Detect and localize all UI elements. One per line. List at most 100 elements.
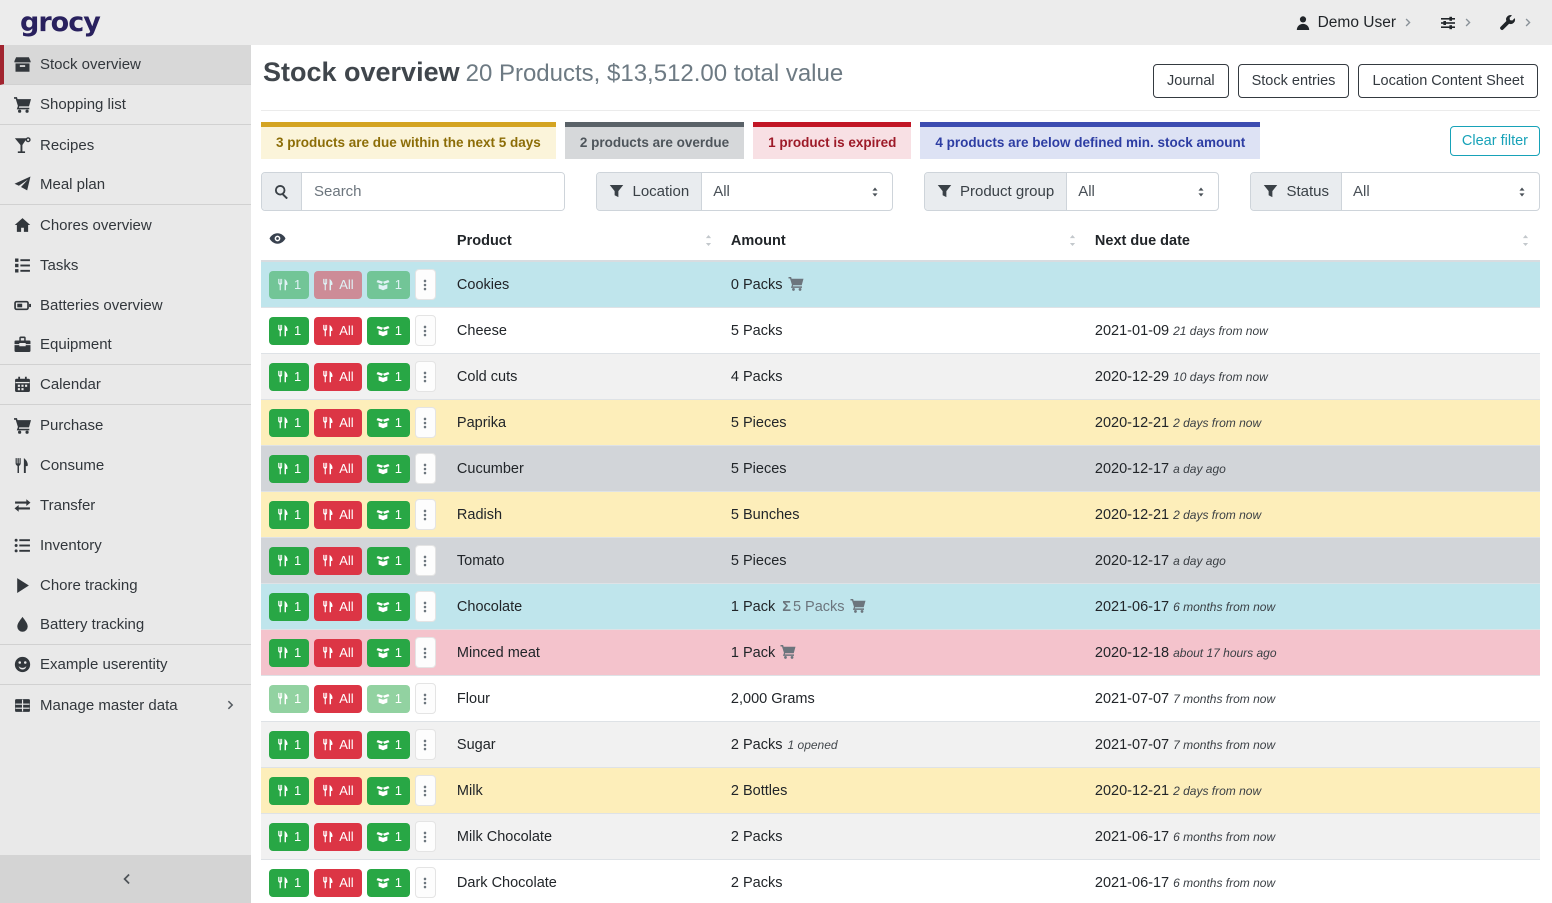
- sidebar-item-purchase[interactable]: Purchase: [0, 405, 251, 445]
- row-menu-button[interactable]: [415, 545, 436, 576]
- row-menu-button[interactable]: [415, 775, 436, 806]
- search-input[interactable]: [302, 173, 564, 210]
- sidebar-item-shopping-list[interactable]: Shopping list: [0, 85, 251, 125]
- eye-icon[interactable]: [269, 230, 286, 247]
- row-menu-button[interactable]: [415, 361, 436, 392]
- open-one-button[interactable]: 1: [367, 363, 410, 391]
- sidebar-item-inventory[interactable]: Inventory: [0, 525, 251, 565]
- location-select[interactable]: All: [702, 173, 892, 210]
- open-one-button[interactable]: 1: [367, 823, 410, 851]
- consume-one-button[interactable]: 1: [269, 731, 309, 759]
- consume-all-button[interactable]: All: [314, 639, 361, 667]
- due-date: 2020-12-21: [1095, 415, 1169, 431]
- sidebar-item-calendar[interactable]: Calendar: [0, 365, 251, 405]
- consume-one-button[interactable]: 1: [269, 777, 309, 805]
- row-menu-button[interactable]: [415, 867, 436, 898]
- consume-one-button[interactable]: 1: [269, 363, 309, 391]
- consume-all-button[interactable]: All: [314, 593, 361, 621]
- open-one-button[interactable]: 1: [367, 317, 410, 345]
- sidebar-collapse-button[interactable]: [0, 855, 251, 903]
- sidebar-item-label: Batteries overview: [40, 297, 163, 314]
- sidebar-item-battery-tracking[interactable]: Battery tracking: [0, 605, 251, 645]
- sidebar-item-manage-master-data[interactable]: Manage master data: [0, 685, 251, 725]
- consume-one-button[interactable]: 1: [269, 271, 309, 299]
- consume-all-button[interactable]: All: [314, 823, 361, 851]
- sidebar-item-stock-overview[interactable]: Stock overview: [0, 45, 251, 85]
- open-one-button[interactable]: 1: [367, 685, 410, 713]
- open-one-button[interactable]: 1: [367, 593, 410, 621]
- consume-one-button[interactable]: 1: [269, 823, 309, 851]
- below-min-stock-chip[interactable]: 4 products are below defined min. stock …: [920, 122, 1260, 159]
- user-menu[interactable]: Demo User: [1295, 14, 1414, 32]
- consume-all-button[interactable]: All: [314, 777, 361, 805]
- consume-all-button[interactable]: All: [314, 501, 361, 529]
- sidebar-item-consume[interactable]: Consume: [0, 445, 251, 485]
- consume-one-button[interactable]: 1: [269, 501, 309, 529]
- row-menu-button[interactable]: [415, 453, 436, 484]
- row-menu-button[interactable]: [415, 729, 436, 760]
- sidebar-item-chore-tracking[interactable]: Chore tracking: [0, 565, 251, 605]
- clear-filter-button[interactable]: Clear filter: [1450, 126, 1540, 156]
- consume-all-button[interactable]: All: [314, 271, 361, 299]
- consume-one-button[interactable]: 1: [269, 409, 309, 437]
- consume-one-button[interactable]: 1: [269, 685, 309, 713]
- due-soon-chip[interactable]: 3 products are due within the next 5 day…: [261, 122, 556, 159]
- consume-one-button[interactable]: 1: [269, 639, 309, 667]
- sort-icon[interactable]: [1066, 234, 1079, 247]
- row-menu-button[interactable]: [415, 407, 436, 438]
- consume-one-button[interactable]: 1: [269, 547, 309, 575]
- consume-all-button[interactable]: All: [314, 869, 361, 897]
- open-one-button[interactable]: 1: [367, 501, 410, 529]
- row-menu-button[interactable]: [415, 315, 436, 346]
- product-group-select[interactable]: All: [1067, 173, 1218, 210]
- open-one-button[interactable]: 1: [367, 731, 410, 759]
- amount-column-header[interactable]: Amount: [723, 224, 1087, 261]
- product-column-header[interactable]: Product: [449, 224, 723, 261]
- due-date-column-header[interactable]: Next due date: [1087, 224, 1540, 261]
- row-menu-button[interactable]: [415, 821, 436, 852]
- consume-all-button[interactable]: All: [314, 455, 361, 483]
- sidebar-item-tasks[interactable]: Tasks: [0, 245, 251, 285]
- journal-button[interactable]: Journal: [1153, 64, 1229, 98]
- consume-one-button[interactable]: 1: [269, 455, 309, 483]
- location-content-sheet-button[interactable]: Location Content Sheet: [1358, 64, 1538, 98]
- sort-icon[interactable]: [1519, 234, 1532, 247]
- row-menu-button[interactable]: [415, 269, 436, 300]
- sidebar-item-meal-plan[interactable]: Meal plan: [0, 165, 251, 205]
- open-one-button[interactable]: 1: [367, 639, 410, 667]
- overdue-chip[interactable]: 2 products are overdue: [565, 122, 744, 159]
- due-date: 2021-06-17: [1095, 599, 1169, 615]
- consume-one-button[interactable]: 1: [269, 869, 309, 897]
- row-menu-button[interactable]: [415, 637, 436, 668]
- sort-icon[interactable]: [702, 234, 715, 247]
- sidebar-item-equipment[interactable]: Equipment: [0, 325, 251, 365]
- consume-one-button[interactable]: 1: [269, 317, 309, 345]
- open-one-button[interactable]: 1: [367, 869, 410, 897]
- open-one-button[interactable]: 1: [367, 409, 410, 437]
- row-menu-button[interactable]: [415, 591, 436, 622]
- open-one-button[interactable]: 1: [367, 777, 410, 805]
- stock-entries-button[interactable]: Stock entries: [1238, 64, 1350, 98]
- expired-chip[interactable]: 1 product is expired: [753, 122, 911, 159]
- consume-all-button[interactable]: All: [314, 317, 361, 345]
- consume-all-button[interactable]: All: [314, 363, 361, 391]
- sidebar-item-example-userentity[interactable]: Example userentity: [0, 645, 251, 685]
- sidebar-item-recipes[interactable]: Recipes: [0, 125, 251, 165]
- open-one-button[interactable]: 1: [367, 455, 410, 483]
- row-menu-button[interactable]: [415, 683, 436, 714]
- sidebar-item-transfer[interactable]: Transfer: [0, 485, 251, 525]
- row-menu-button[interactable]: [415, 499, 436, 530]
- open-one-button[interactable]: 1: [367, 271, 410, 299]
- utensils-icon: [277, 692, 290, 705]
- open-one-button[interactable]: 1: [367, 547, 410, 575]
- status-select[interactable]: All: [1342, 173, 1539, 210]
- consume-all-button[interactable]: All: [314, 409, 361, 437]
- consume-all-button[interactable]: All: [314, 547, 361, 575]
- consume-all-button[interactable]: All: [314, 685, 361, 713]
- consume-all-button[interactable]: All: [314, 731, 361, 759]
- admin-menu[interactable]: [1500, 15, 1534, 31]
- consume-one-button[interactable]: 1: [269, 593, 309, 621]
- sidebar-item-chores-overview[interactable]: Chores overview: [0, 205, 251, 245]
- sidebar-item-batteries-overview[interactable]: Batteries overview: [0, 285, 251, 325]
- settings-menu[interactable]: [1440, 15, 1474, 31]
